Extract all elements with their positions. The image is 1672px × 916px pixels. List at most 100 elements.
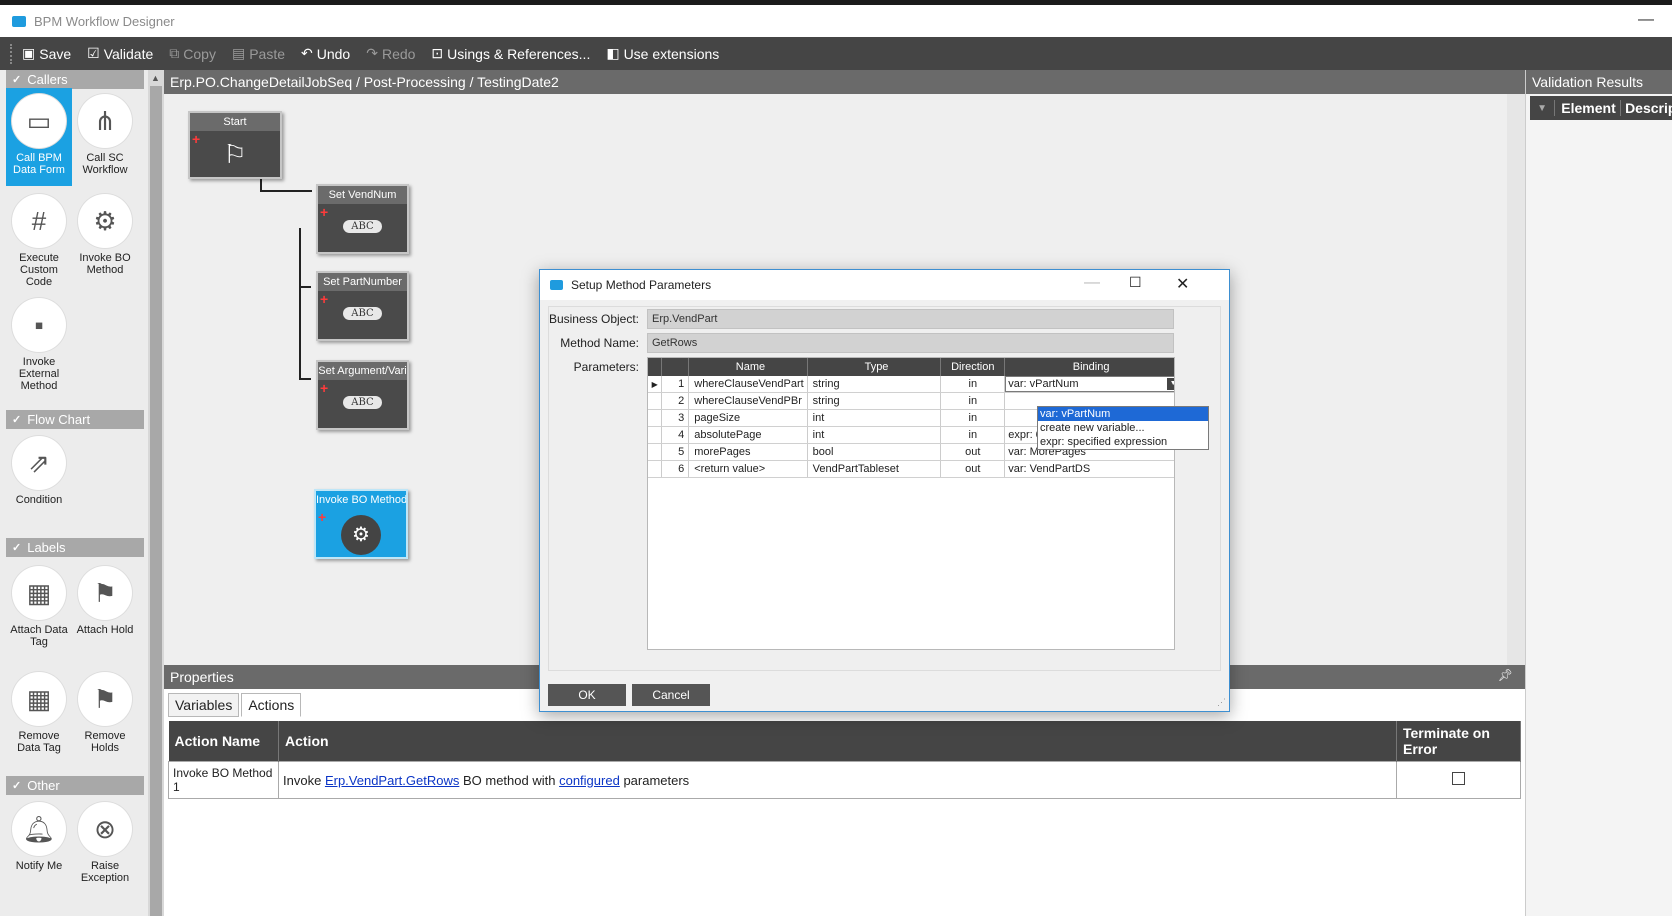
dialog-minimize-button[interactable]: — xyxy=(1084,274,1100,292)
paste-button[interactable]: ▤ Paste xyxy=(232,45,285,62)
add-icon[interactable]: + xyxy=(320,205,328,219)
canvas-scrollbar[interactable] xyxy=(1507,94,1525,665)
redo-button[interactable]: ↷ Redo xyxy=(366,45,415,62)
copy-label: Copy xyxy=(183,45,216,62)
scroll-up-icon[interactable]: ▲ xyxy=(151,73,160,83)
column-element[interactable]: Element xyxy=(1554,100,1620,116)
chevron-down-icon[interactable]: ▼ xyxy=(1167,378,1174,390)
tool-call-sc-workflow[interactable]: ⋔ Call SC Workflow xyxy=(72,88,138,186)
dropdown-option[interactable]: expr: specified expression xyxy=(1038,435,1208,449)
method-name-field: GetRows xyxy=(647,333,1174,353)
tab-variables[interactable]: Variables xyxy=(168,693,240,717)
terminate-on-error-checkbox[interactable] xyxy=(1452,772,1465,785)
palette-scrollbar[interactable]: ▲ xyxy=(148,70,164,916)
row-number: 1 xyxy=(662,376,690,392)
dialog-close-button[interactable]: ✕ xyxy=(1176,274,1189,294)
cancel-button[interactable]: Cancel xyxy=(632,684,710,706)
column-binding[interactable]: Binding xyxy=(1005,358,1174,376)
parameter-row[interactable]: 6 <return value> VendPartTableset out va… xyxy=(648,461,1174,478)
ok-button[interactable]: OK xyxy=(548,684,626,706)
binding-cell[interactable]: var: VendPartDS xyxy=(1005,461,1174,477)
palette-scroll-thumb[interactable] xyxy=(150,86,162,916)
extensions-icon: ◧ xyxy=(606,45,620,61)
pin-icon[interactable]: 📌︎ xyxy=(1498,668,1513,682)
add-icon[interactable]: + xyxy=(320,381,328,395)
param-name: morePages xyxy=(689,444,808,460)
minimize-button[interactable]: — xyxy=(1638,11,1654,29)
flowchart-section-header[interactable]: ✓ Flow Chart xyxy=(6,410,144,429)
paste-icon: ▤ xyxy=(231,45,246,61)
node-set-argument[interactable]: Set Argument/Vari + ABC xyxy=(316,360,409,430)
dropdown-option[interactable]: var: vPartNum xyxy=(1038,407,1208,421)
other-section-header[interactable]: ✓ Other xyxy=(6,776,144,795)
dialog-maximize-button[interactable]: ☐ xyxy=(1129,274,1142,291)
connector xyxy=(260,190,312,192)
tool-attach-data-tag[interactable]: ▦ Attach Data Tag xyxy=(6,560,72,650)
node-title: Set PartNumber xyxy=(318,273,407,291)
node-start[interactable]: Start + ⚐ xyxy=(188,111,282,179)
table-row[interactable]: Invoke BO Method 1 Invoke Erp.VendPart.G… xyxy=(168,761,1521,799)
binding-combobox[interactable]: var: vPartNum ▼ xyxy=(1005,376,1174,392)
row-selector-header xyxy=(648,358,663,376)
undo-button[interactable]: ↶ Undo xyxy=(301,45,350,62)
validate-button[interactable]: ☑ Validate xyxy=(87,45,153,62)
tool-notify-me[interactable]: 🔔︎ Notify Me xyxy=(6,796,72,886)
copy-button[interactable]: ⧉ Copy xyxy=(169,45,216,62)
chevron-down-icon: ✓ xyxy=(12,414,22,426)
flag-icon: ⚐ xyxy=(223,139,247,169)
node-invoke-bo-method[interactable]: Invoke BO Method + ⚙ xyxy=(314,489,408,559)
param-direction: in xyxy=(941,410,1006,426)
tool-attach-hold[interactable]: ⚑ Attach Hold xyxy=(72,560,138,650)
properties-body: Variables Actions Action Name Action Ter… xyxy=(164,689,1525,916)
action-text: Invoke xyxy=(283,772,322,788)
parameter-row[interactable]: ▶ 1 whereClauseVendPart string in var: v… xyxy=(648,376,1174,393)
tool-condition[interactable]: ⇗ Condition xyxy=(6,430,72,510)
tool-remove-data-tag[interactable]: ▦ Remove Data Tag xyxy=(6,666,72,756)
checkbox-icon: ☑ xyxy=(87,45,100,61)
row-number-header xyxy=(662,358,690,376)
column-terminate-on-error[interactable]: Terminate on Error xyxy=(1396,721,1521,762)
param-name: absolutePage xyxy=(689,427,808,443)
configured-link[interactable]: configured xyxy=(559,773,620,788)
tool-invoke-bo-method[interactable]: ⚙ Invoke BO Method xyxy=(72,188,138,286)
node-set-partnumber[interactable]: Set PartNumber + ABC xyxy=(316,271,409,341)
column-action[interactable]: Action xyxy=(278,721,1397,762)
bell-icon: 🔔︎ xyxy=(12,802,66,856)
tab-actions[interactable]: Actions xyxy=(241,693,302,717)
tool-invoke-external-method[interactable]: ▪ Invoke External Method xyxy=(6,292,72,392)
column-action-name[interactable]: Action Name xyxy=(168,721,279,762)
tool-remove-holds[interactable]: ⚑ Remove Holds xyxy=(72,666,138,756)
use-extensions-button[interactable]: ◧ Use extensions xyxy=(606,45,719,62)
column-description[interactable]: Descrip xyxy=(1620,100,1672,116)
filter-icon[interactable]: ▼ xyxy=(1530,103,1554,114)
abc-label: ABC xyxy=(343,220,382,233)
dialog-title-bar: Setup Method Parameters xyxy=(540,270,1229,300)
remove-holds-icon: ⚑ xyxy=(78,672,132,726)
usings-references-button[interactable]: ⊡ Usings & References... xyxy=(431,45,590,62)
column-type[interactable]: Type xyxy=(808,358,942,376)
tool-label: Call SC Workflow xyxy=(82,152,128,176)
save-button[interactable]: ▣ Save xyxy=(22,45,71,62)
tool-raise-exception[interactable]: ⊗ Raise Exception xyxy=(72,796,138,886)
tool-call-bpm-data-form[interactable]: ▭ Call BPM Data Form xyxy=(6,88,72,186)
method-name-label: Method Name: xyxy=(560,336,639,350)
binding-cell[interactable]: var: vPartNum ▼ xyxy=(1005,376,1174,392)
dropdown-option[interactable]: create new variable... xyxy=(1038,421,1208,435)
row-selector xyxy=(648,410,663,426)
validation-panel: Validation Results ▼ Element Descrip xyxy=(1525,70,1672,916)
labels-section-header[interactable]: ✓ Labels xyxy=(6,538,144,557)
condition-icon: ⇗ xyxy=(12,436,66,490)
resize-grip-icon[interactable]: ⋰ xyxy=(1217,697,1226,708)
bo-method-link[interactable]: Erp.VendPart.GetRows xyxy=(325,773,459,788)
callers-section-header[interactable]: ✓ Callers xyxy=(6,70,144,89)
node-title: Invoke BO Method xyxy=(316,491,406,509)
column-name[interactable]: Name xyxy=(689,358,808,376)
flowchart-label: Flow Chart xyxy=(27,412,91,427)
node-title: Start xyxy=(190,113,280,131)
tool-execute-custom-code[interactable]: # Execute Custom Code xyxy=(6,188,72,288)
properties-tabs: Variables Actions xyxy=(168,693,303,717)
column-direction[interactable]: Direction xyxy=(941,358,1006,376)
parameters-header-row: Name Type Direction Binding xyxy=(648,358,1174,376)
add-icon[interactable]: + xyxy=(320,292,328,306)
node-set-vendnum[interactable]: Set VendNum + ABC xyxy=(316,184,409,254)
